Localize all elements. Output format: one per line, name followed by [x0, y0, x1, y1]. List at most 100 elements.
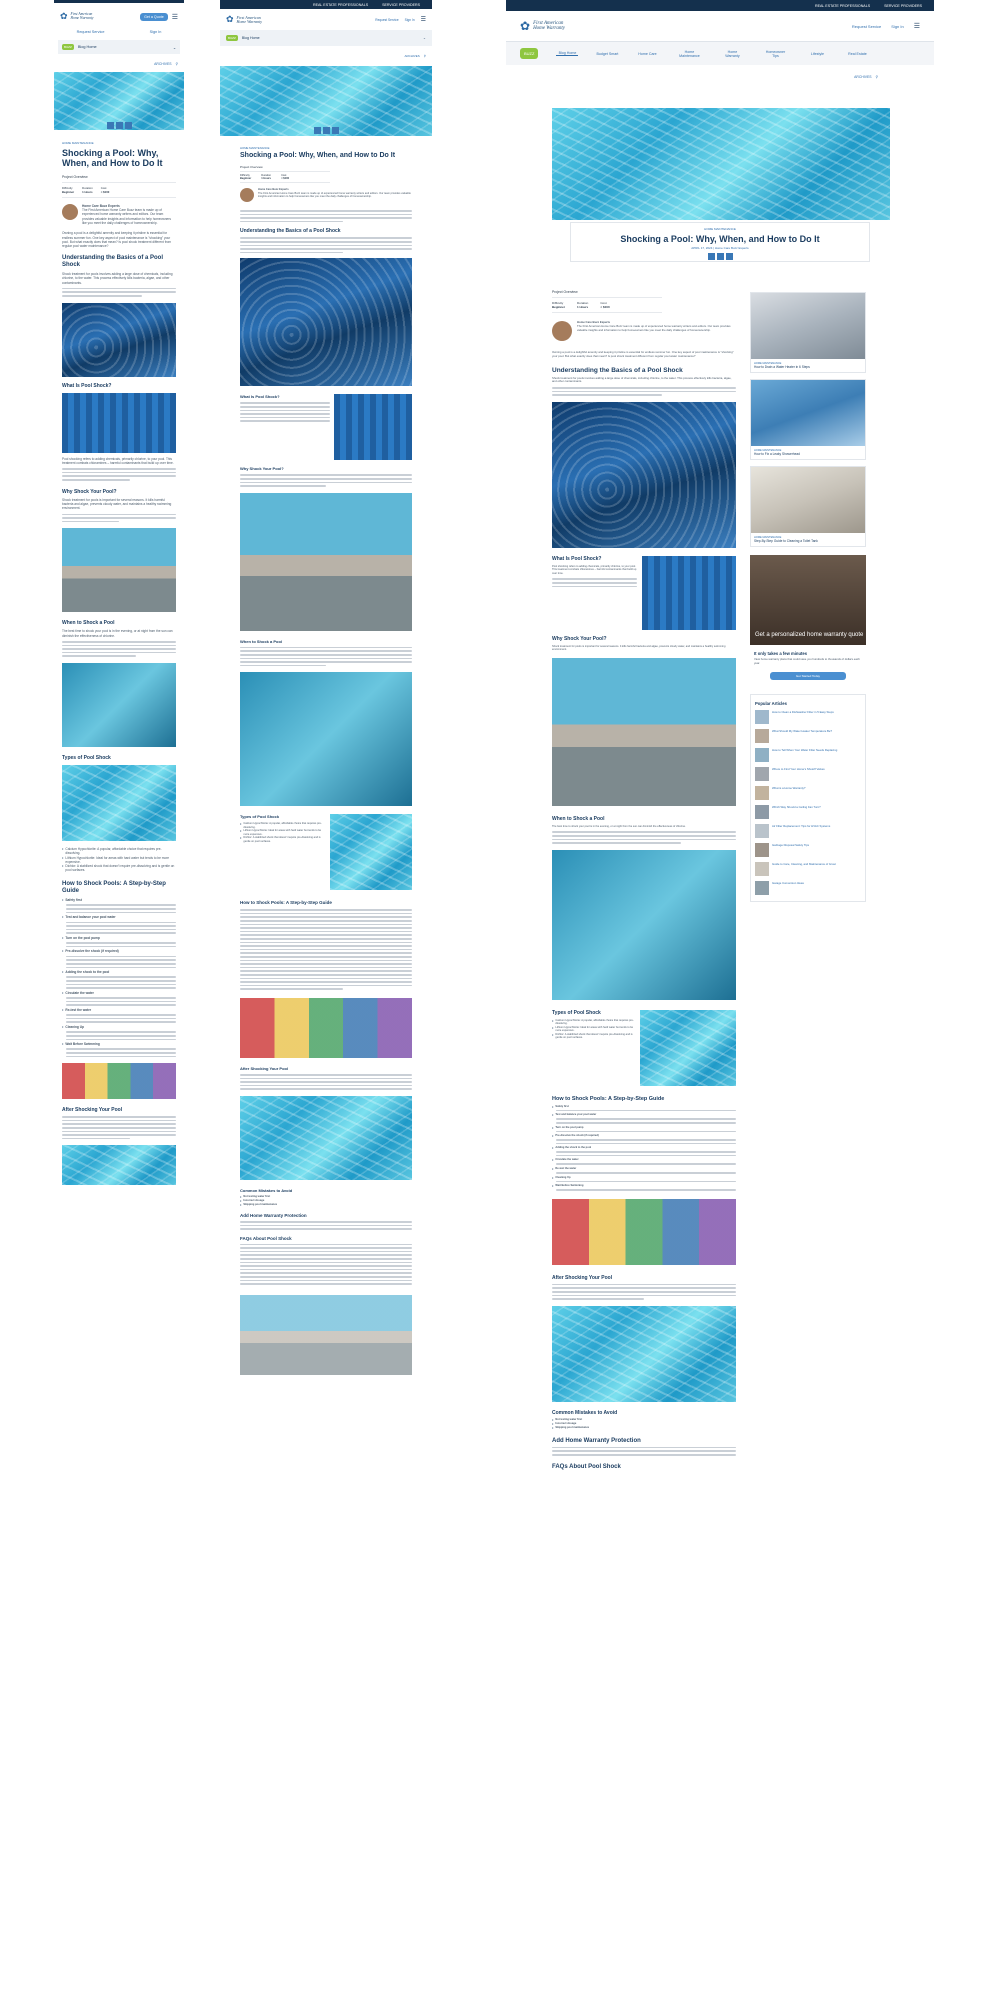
sidebar-card-showerhead[interactable]: HOME MAINTENANCE How to Fix a Leaky Show… — [750, 379, 866, 460]
types-list: Calcium Hypochlorite: A popular, afforda… — [552, 1019, 635, 1040]
popular-item[interactable]: How to Tell When Your Water Filter Needs… — [755, 747, 861, 762]
promo-text: View home warranty plans that could save… — [754, 657, 860, 665]
twitter-icon[interactable] — [716, 253, 724, 260]
heading-basics: Understanding the Basics of a Pool Shock — [240, 228, 341, 235]
popular-item[interactable]: How to Clean a Dishwasher Filter in 5 Ea… — [755, 709, 861, 724]
popular-item[interactable]: What is a Home Warranty? — [755, 785, 861, 800]
popular-item[interactable]: Garbage Disposal Safety Tips — [755, 842, 861, 857]
desktop-logo[interactable]: ✿ First American Home Warranty — [520, 19, 565, 33]
category-label[interactable]: HOME MAINTENANCE — [571, 227, 869, 231]
request-service-link[interactable]: Request Service — [375, 18, 398, 22]
promo-subtitle: It only takes a few minutes — [754, 651, 808, 656]
archives-link[interactable]: ARCHIVES — [404, 54, 419, 58]
hamburger-menu-icon[interactable]: ☰ — [421, 16, 426, 23]
why-paragraph: Shock treatment for pools is important f… — [62, 497, 172, 511]
buzz-logo-icon: BUZZ — [226, 35, 238, 41]
nav-home-maintenance[interactable]: Home Maintenance — [676, 50, 702, 58]
heading-why: Why Shock Your Pool? — [552, 635, 607, 642]
linkedin-icon[interactable] — [124, 122, 132, 129]
pool-test-image — [334, 394, 412, 461]
request-service-link[interactable]: Request Service — [852, 24, 881, 29]
pool-supplies-image — [62, 1063, 176, 1100]
popular-item[interactable]: Guide to Care, Cleaning, and Maintenance… — [755, 861, 861, 876]
heading-faq: FAQs About Pool Shock — [552, 1463, 621, 1470]
facebook-icon[interactable] — [313, 127, 321, 134]
category-label[interactable]: HOME MAINTENANCE — [62, 141, 176, 145]
service-providers-link[interactable]: SERVICE PROVIDERS — [884, 4, 922, 8]
archives-link[interactable]: ARCHIVES — [854, 75, 871, 79]
when-paragraph: The best time to shock your pool is in t… — [552, 824, 686, 828]
sign-in-link[interactable]: Sign In — [150, 30, 162, 34]
linkedin-icon[interactable] — [725, 253, 733, 260]
pool-brush-image — [640, 1009, 736, 1086]
project-stats: Difficulty Beginner Duration 1 Hours Cost <… — [552, 297, 662, 313]
get-started-button[interactable]: Get Started Today — [770, 671, 846, 680]
heading-steps: How to Shock Pools: A Step-by-Step Guide — [552, 1095, 665, 1102]
popular-item[interactable]: Garage Conversion Ideas — [755, 880, 861, 895]
footer-image — [240, 1294, 412, 1375]
popular-item[interactable]: Air Filter Replacement: Tips for HVAC Sy… — [755, 823, 861, 838]
nav-real-estate[interactable]: Real Estate — [846, 52, 868, 56]
facebook-icon[interactable] — [707, 253, 715, 260]
search-icon[interactable]: ⚲ — [176, 62, 178, 66]
buzz-logo-icon[interactable]: BUZZ — [520, 48, 539, 59]
twitter-icon[interactable] — [115, 122, 123, 129]
mobile-logo[interactable]: ✿ First American Home Warranty — [60, 11, 93, 22]
pool-ladder-image — [62, 662, 176, 747]
showerhead-image — [751, 380, 865, 446]
search-icon[interactable]: ⚲ — [876, 75, 878, 79]
tablet-blog-nav[interactable]: BUZZ Blog Home ⌄ — [220, 30, 432, 46]
twitter-icon[interactable] — [322, 127, 330, 134]
real-estate-link[interactable]: REAL ESTATE PROFESSIONALS — [313, 3, 368, 7]
nav-home-warranty[interactable]: Home Warranty — [720, 50, 744, 58]
heading-warranty: Add Home Warranty Protection — [552, 1437, 641, 1444]
archives-link[interactable]: ARCHIVES — [154, 62, 171, 66]
what-paragraph: Pool shocking refers to adding chemicals… — [62, 456, 174, 465]
get-quote-button[interactable]: Get a Quote — [140, 12, 168, 21]
eagle-logo-icon: ✿ — [60, 11, 68, 21]
sign-in-link[interactable]: Sign In — [405, 18, 415, 22]
linkedin-icon[interactable] — [331, 127, 339, 134]
nav-lifestyle[interactable]: Lifestyle — [806, 52, 828, 56]
popular-item[interactable]: Where to Find Your Home's Shutoff Valves — [755, 766, 861, 781]
mobile-blog-nav[interactable]: BUZZ Blog Home ⌄ — [58, 40, 180, 54]
avatar — [552, 321, 572, 341]
popular-item[interactable]: What Should My Water Heater Temperature … — [755, 728, 861, 743]
heading-why: Why Shock Your Pool? — [240, 466, 284, 472]
tablet-logo[interactable]: ✿ First American Home Warranty — [226, 14, 262, 25]
tablet-view: REAL ESTATE PROFESSIONALS SERVICE PROVID… — [220, 0, 432, 2002]
hose-image — [62, 302, 176, 377]
mistakes-list: Not testing water first Incorrect dosage… — [552, 1418, 736, 1430]
nav-budget-smart[interactable]: Budget Smart — [596, 52, 618, 56]
pool-supplies-image — [240, 997, 412, 1058]
sidebar-card-water-heater[interactable]: HOME MAINTENANCE How to Drain a Water He… — [750, 292, 866, 373]
pool-after-image — [62, 1145, 176, 1186]
nav-homeowner-tips[interactable]: Homeowner Tips — [762, 50, 788, 58]
real-estate-link[interactable]: REAL ESTATE PROFESSIONALS — [815, 4, 870, 8]
hamburger-menu-icon[interactable]: ☰ — [172, 13, 178, 21]
heading-after: After Shocking Your Pool — [62, 1107, 123, 1114]
article-meta: APRIL 17, 2024 | Home Care Buzz Experts — [691, 246, 749, 250]
intro-paragraph: Owning a pool is a delightful amenity an… — [62, 231, 172, 249]
request-service-link[interactable]: Request Service — [77, 30, 105, 34]
steps-list: Safety first Test and balance your pool … — [552, 1105, 736, 1191]
author-box: Home Care Buzz Experts The First America… — [62, 203, 176, 226]
heading-after: After Shocking Your Pool — [552, 1274, 613, 1281]
nav-blog-home[interactable]: Blog Home — [556, 51, 579, 56]
sidebar-card-toilet-tank[interactable]: HOME MAINTENANCE Step-By-Step Guide to C… — [750, 466, 866, 547]
popular-item[interactable]: Which Way Should a Ceiling Fan Turn? — [755, 804, 861, 819]
heading-what: What Is Pool Shock? — [552, 555, 602, 562]
steps-list: Safety first Test and balance your pool … — [62, 898, 176, 1058]
heading-steps: How to Shock Pools: A Step-by-Step Guide — [62, 880, 166, 894]
search-icon[interactable]: ⚲ — [424, 54, 426, 58]
popular-title: Popular Articles — [755, 700, 787, 706]
nav-home-care[interactable]: Home Care — [636, 52, 658, 56]
facebook-icon[interactable] — [106, 122, 114, 129]
sign-in-link[interactable]: Sign In — [891, 24, 903, 29]
heading-mistakes: Common Mistakes to Avoid — [552, 1409, 618, 1416]
category-label[interactable]: HOME MAINTENANCE — [240, 146, 412, 150]
heading-mistakes: Common Mistakes to Avoid — [240, 1187, 293, 1193]
hamburger-menu-icon[interactable]: ☰ — [914, 22, 920, 30]
tablet-header: ✿ First American Home Warranty Request Se… — [220, 9, 432, 30]
service-providers-link[interactable]: SERVICE PROVIDERS — [382, 3, 420, 7]
